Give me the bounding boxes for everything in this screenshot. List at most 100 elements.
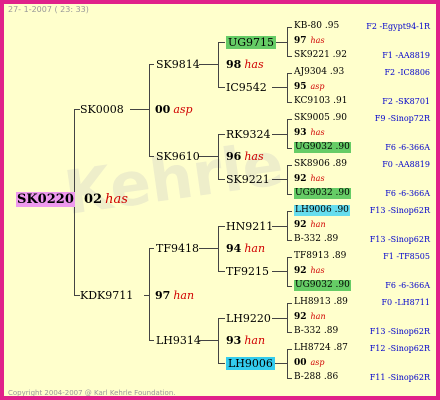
gen2-queen: has: [244, 58, 264, 71]
tree-line: [218, 226, 219, 272]
tree-line: [287, 303, 292, 304]
pedigree-frame: Kehrle 27- 1-2007 ( 23: 33) SK0220 02 ha…: [0, 0, 440, 400]
gen5-label[interactable]: F12 -Sinop62R: [370, 343, 430, 354]
gen1-name[interactable]: SK0008: [80, 103, 124, 116]
gen3-name[interactable]: RK9324: [226, 128, 271, 141]
tree-line: [218, 318, 225, 319]
gen4-name[interactable]: UG9032 .90: [294, 142, 351, 153]
gen4-name[interactable]: KB-80 .95: [294, 21, 339, 32]
gen4-name[interactable]: LH9006 .90: [294, 205, 350, 216]
gen4-year: 95: [294, 82, 307, 92]
gen4-breed: 93 has: [294, 127, 325, 139]
gen4-queen: has: [310, 36, 325, 45]
gen3-name[interactable]: TF9215: [226, 265, 269, 278]
gen2-queen: han: [244, 334, 266, 347]
gen5-label[interactable]: F13 -Sinop62R: [370, 205, 430, 216]
gen2-breed: 98 has: [226, 58, 264, 71]
tree-line: [130, 109, 150, 110]
gen4-queen: has: [310, 128, 325, 137]
gen4-name[interactable]: UG9032 .90: [294, 188, 351, 199]
gen5-label[interactable]: F1 -TF8505: [383, 251, 430, 262]
gen4-breed: 92 han: [294, 219, 326, 231]
gen5-label[interactable]: F6 -6-366A: [385, 142, 430, 153]
tree-line: [199, 248, 219, 249]
root-queen: has: [105, 192, 128, 207]
gen5-label[interactable]: F2 -SK8701: [382, 96, 430, 107]
tree-line: [287, 119, 292, 120]
tree-line: [149, 248, 150, 341]
tree-line: [218, 271, 225, 272]
gen3-name[interactable]: SK9221: [226, 173, 270, 186]
gen4-name[interactable]: AJ9304 .93: [294, 67, 344, 78]
gen4-year: 93: [294, 128, 307, 138]
gen2-queen: has: [244, 150, 264, 163]
gen2-breed: 96 has: [226, 150, 264, 163]
gen2-name[interactable]: SK9610: [156, 150, 200, 163]
tree-line: [218, 134, 225, 135]
gen2-year: 96: [226, 150, 242, 163]
gen4-name[interactable]: LH8913 .89: [294, 297, 348, 308]
gen5-label[interactable]: F13 -Sinop62R: [370, 234, 430, 245]
gen5-label[interactable]: F9 -Sinop72R: [375, 113, 430, 124]
gen3-name[interactable]: HN9211: [226, 220, 273, 233]
gen3-name[interactable]: LH9006: [226, 357, 275, 370]
gen5-label[interactable]: F6 -6-366A: [385, 280, 430, 291]
gen4-queen: has: [310, 174, 325, 183]
gen5-label[interactable]: F6 -6-366A: [385, 188, 430, 199]
copyright-footer: Copyright 2004-2007 @ Karl Kehrle Founda…: [8, 389, 176, 397]
gen4-name[interactable]: TF8913 .89: [294, 251, 346, 262]
root-name[interactable]: SK0220: [16, 192, 75, 207]
gen4-name[interactable]: SK9005 .90: [294, 113, 347, 124]
tree-line: [272, 318, 288, 319]
gen2-name[interactable]: LH9314: [156, 334, 201, 347]
tree-line: [272, 87, 288, 88]
gen5-label[interactable]: F2 -Egypt94-1R: [366, 21, 430, 32]
gen5-label[interactable]: F11 -Sinop62R: [370, 372, 430, 383]
gen2-breed: 94 han: [226, 242, 265, 255]
gen3-name[interactable]: LH9220: [226, 312, 271, 325]
tree-line: [149, 156, 154, 157]
gen5-label[interactable]: F1 -AA8819: [382, 50, 430, 61]
gen3-name[interactable]: UG9715: [226, 36, 277, 49]
gen2-year: 94: [226, 242, 242, 255]
gen2-name[interactable]: TF9418: [156, 242, 199, 255]
tree-line: [149, 248, 154, 249]
gen4-name[interactable]: B-332 .89: [294, 326, 338, 337]
gen4-name[interactable]: B-288 .86: [294, 372, 338, 383]
tree-line: [149, 64, 154, 65]
gen4-name[interactable]: UG9032 .90: [294, 280, 351, 291]
gen4-queen: asp: [310, 82, 325, 91]
gen4-name[interactable]: SK8906 .89: [294, 159, 347, 170]
tree-line: [272, 271, 288, 272]
gen4-name[interactable]: SK9221 .92: [294, 50, 347, 61]
tree-line: [287, 349, 292, 350]
gen5-label[interactable]: F0 -AA8819: [382, 159, 430, 170]
tree-line: [199, 340, 219, 341]
tree-line: [218, 42, 225, 43]
gen5-label[interactable]: F2 -IC8806: [384, 67, 430, 78]
root-year: 02: [84, 192, 103, 207]
gen1-name[interactable]: KDK9711: [80, 289, 133, 302]
gen4-year: 92: [294, 174, 307, 184]
gen4-name[interactable]: KC9103 .91: [294, 96, 347, 107]
tree-line: [287, 56, 292, 57]
tree-line: [287, 165, 292, 166]
tree-line: [287, 240, 292, 241]
tree-line: [287, 119, 288, 149]
gen4-year: 92: [294, 312, 307, 322]
tree-line: [218, 318, 219, 364]
gen3-name[interactable]: IC9542: [226, 81, 267, 94]
header-timestamp: 27- 1-2007 ( 23: 33): [8, 5, 89, 14]
tree-line: [287, 332, 292, 333]
tree-line: [218, 87, 225, 88]
tree-line: [287, 102, 292, 103]
gen2-year: 93: [226, 334, 242, 347]
root-entry[interactable]: SK0220 02 has: [16, 192, 128, 208]
gen2-name[interactable]: SK9814: [156, 58, 200, 71]
gen4-name[interactable]: LH8724 .87: [294, 343, 348, 354]
gen5-label[interactable]: F13 -Sinop62R: [370, 326, 430, 337]
tree-line: [287, 165, 288, 195]
gen5-label[interactable]: F0 -LH8711: [381, 297, 430, 308]
tree-line: [287, 303, 288, 333]
gen4-name[interactable]: B-332 .89: [294, 234, 338, 245]
